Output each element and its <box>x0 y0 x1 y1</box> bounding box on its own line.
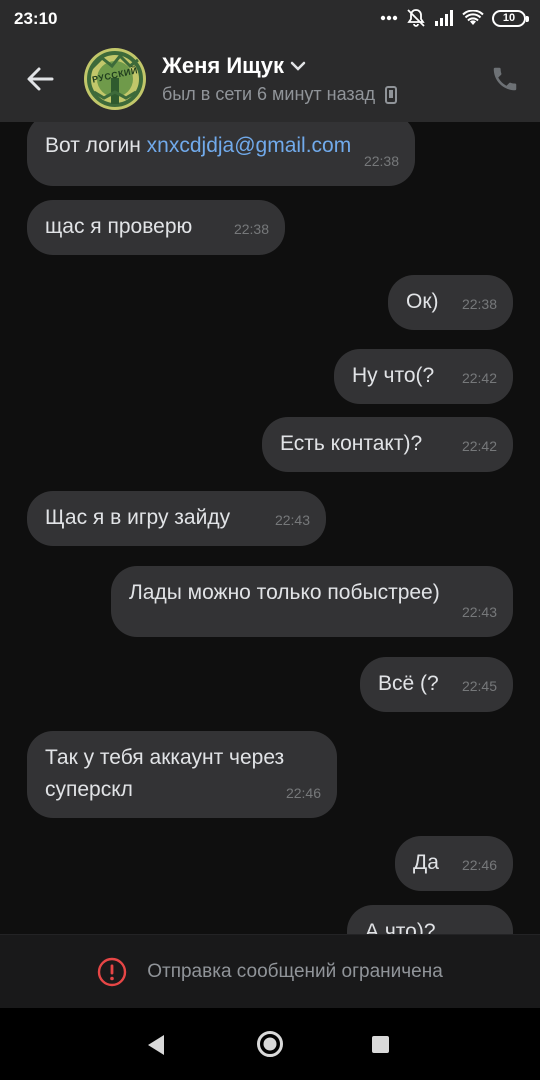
message-time: 22:38 <box>233 221 269 237</box>
contact-status: был в сети 6 минут назад <box>162 84 398 105</box>
battery-indicator: 10 <box>492 9 529 27</box>
message-incoming[interactable]: Щас я в игру зайду 22:43 <box>27 491 326 546</box>
more-dots-icon <box>380 15 398 21</box>
arrow-left-icon <box>27 67 54 91</box>
message-text-before-link: Вот логин <box>45 134 147 157</box>
muted-bell-icon <box>407 9 425 27</box>
status-bar: 23:10 10 <box>0 0 540 36</box>
message-outgoing[interactable]: Ну что(? 22:42 <box>334 349 513 404</box>
message-incoming[interactable]: Так у тебя аккаунт через суперскл 22:46 <box>27 731 337 818</box>
avatar[interactable]: РУССКИЙ <box>84 48 146 110</box>
message-outgoing[interactable]: Ок) 22:38 <box>388 275 513 330</box>
nav-recent-apps-icon[interactable] <box>372 1036 389 1053</box>
message-outgoing[interactable]: Да 22:46 <box>395 836 513 891</box>
message-outgoing[interactable]: Всё (? 22:45 <box>360 657 513 712</box>
messaging-restricted-bar: Отправка сообщений ограничена <box>0 934 540 1008</box>
message-text: Есть контакт)? <box>280 432 423 455</box>
mobile-phone-icon <box>385 85 398 104</box>
chat-header: РУССКИЙ Женя Ищук был в сети 6 минут наз… <box>0 36 540 122</box>
message-outgoing[interactable]: Есть контакт)? 22:42 <box>262 417 513 472</box>
wifi-icon <box>462 10 484 25</box>
message-text: Вот логин xnxcdjdja@gmail.com <box>45 130 351 162</box>
status-time: 23:10 <box>14 9 58 28</box>
message-incoming[interactable]: Вот логин xnxcdjdja@gmail.com 22:38 <box>27 122 415 186</box>
message-text: Да <box>413 851 439 874</box>
message-text: щас я проверю <box>45 215 193 238</box>
call-button[interactable] <box>490 64 520 94</box>
back-button[interactable] <box>18 59 62 99</box>
message-time: 22:42 <box>461 438 497 454</box>
nav-home-icon[interactable] <box>256 1030 284 1058</box>
signal-icon <box>435 10 453 26</box>
contact-name-label: Женя Ищук <box>162 53 284 78</box>
message-text: Ок) <box>406 290 439 313</box>
message-text: А что)? <box>365 920 436 934</box>
alert-circle-icon <box>98 957 127 986</box>
message-time: 22:38 <box>461 296 497 312</box>
system-nav-bar <box>0 1008 540 1080</box>
message-time: 22:46 <box>461 857 497 873</box>
message-outgoing[interactable]: Лады можно только побыстрее) 22:43 <box>111 566 513 637</box>
message-text: Так у тебя аккаунт через суперскл <box>45 746 285 801</box>
nav-back-icon[interactable] <box>146 1034 166 1056</box>
contact-name[interactable]: Женя Ищук <box>162 53 306 79</box>
message-time: 22:38 <box>363 153 399 169</box>
message-time: 22:46 <box>285 785 321 801</box>
last-seen-label: был в сети 6 минут назад <box>162 84 376 104</box>
restricted-text: Отправка сообщений ограничена <box>147 960 443 982</box>
message-text: Всё (? <box>378 672 439 695</box>
message-list[interactable]: Вот логин xnxcdjdja@gmail.com 22:38 щас … <box>0 122 540 934</box>
message-text: Щас я в игру зайду <box>45 506 231 529</box>
message-text: Ну что(? <box>352 364 435 387</box>
message-link[interactable]: xnxcdjdja@gmail.com <box>147 134 352 157</box>
message-time: 22:42 <box>461 370 497 386</box>
message-time: 22:43 <box>274 512 310 528</box>
message-text: Лады можно только побыстрее) <box>129 581 440 604</box>
phone-icon <box>493 67 517 91</box>
message-time: 22:45 <box>461 678 497 694</box>
status-icons: 10 <box>380 8 529 28</box>
message-incoming[interactable]: щас я проверю 22:38 <box>27 200 285 255</box>
chevron-down-icon <box>290 61 306 71</box>
message-outgoing[interactable]: А что)? <box>347 905 513 934</box>
message-time: 22:43 <box>461 604 497 620</box>
